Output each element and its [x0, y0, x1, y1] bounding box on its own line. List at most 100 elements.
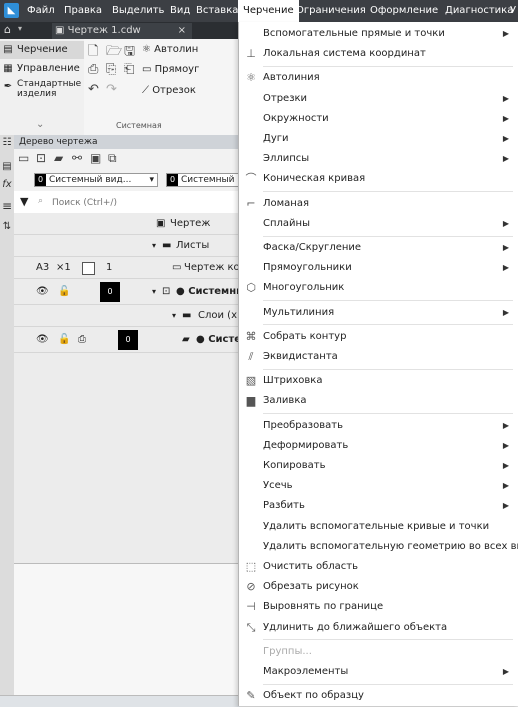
menu-separator	[263, 235, 513, 237]
menu-item[interactable]: Усечь ▶	[239, 476, 518, 496]
menu-drawing[interactable]: Черчение	[238, 0, 299, 22]
menu-design[interactable]: Оформление	[370, 0, 438, 22]
ribbon-tab-drawing[interactable]: ▤ Черчение	[0, 41, 84, 59]
menu-item[interactable]: ✎ Объект по образцу	[239, 686, 518, 706]
menu-item[interactable]: ⌐ Ломаная	[239, 194, 518, 214]
submenu-arrow-icon: ▶	[502, 461, 509, 470]
image-icon[interactable]: ▣	[90, 151, 101, 165]
close-icon[interactable]: ×	[178, 23, 186, 39]
menu-separator	[263, 300, 513, 302]
tree-row-layers[interactable]: ▾ ▬ Слои (x1)	[14, 305, 247, 327]
ribbon-tab-standard-parts[interactable]: ✒ Стандартные изделия	[0, 79, 84, 105]
menu-item-label: Объект по образцу	[263, 690, 364, 702]
menu-item[interactable]: Разбить ▶	[239, 496, 518, 516]
lock-icon[interactable]: 🔓	[58, 279, 70, 305]
ribbon-tab-manage[interactable]: ▦ Управление	[0, 60, 84, 78]
chevron-down-icon[interactable]: ▾	[18, 24, 22, 33]
menu-item[interactable]: ⬡ Многоугольник	[239, 278, 518, 298]
menu-insert[interactable]: Вставка	[196, 0, 238, 22]
line-style-icon[interactable]: ▰	[54, 151, 63, 165]
layer-select[interactable]: 0 Системный	[166, 173, 240, 187]
menu-more[interactable]: У	[510, 0, 516, 22]
autoline-tool[interactable]: ⚛ Автолин	[142, 44, 198, 55]
tree-row-sheets[interactable]: ▾ ▬ Листы	[14, 235, 240, 257]
tree-structure-icon[interactable]: ⚯	[72, 151, 82, 165]
rectangle-tool[interactable]: ▭ Прямоуг	[142, 64, 199, 75]
menu-item[interactable]: ▆ Заливка	[239, 391, 518, 411]
variables-icon[interactable]: fx	[1, 179, 13, 190]
home-icon[interactable]: ⌂	[4, 23, 11, 36]
menu-item[interactable]: ▧ Штриховка	[239, 371, 518, 391]
search-input[interactable]	[50, 194, 234, 211]
menu-item[interactable]: ⊥ Локальная система координат	[239, 44, 518, 64]
menu-item[interactable]: Удалить вспомогательную геометрию во все…	[239, 537, 518, 557]
sheet-checkbox[interactable]	[82, 262, 95, 275]
tree-row-drawing[interactable]: ▣ Чертеж	[14, 213, 240, 235]
menu-item-label: Группы...	[263, 645, 312, 657]
menu-item-label: Удалить вспомогательные кривые и точки	[263, 520, 490, 532]
tree-row-system-view[interactable]: 👁 🔓 0 ▾ ⊡ ● Системны	[14, 279, 245, 305]
menu-item[interactable]: ⌘ Собрать контур	[239, 327, 518, 347]
menu-diagnostics[interactable]: Диагностика	[445, 0, 513, 22]
filter-icon[interactable]: ▼	[20, 195, 28, 208]
export-icon[interactable]: ⧉	[108, 151, 117, 166]
eye-icon[interactable]: 👁	[36, 327, 49, 353]
save-as-icon[interactable]: ⎗	[124, 62, 134, 77]
preview-icon[interactable]: ⎘	[106, 62, 116, 77]
sort-icon[interactable]: ⇅	[1, 221, 13, 232]
new-doc-icon[interactable]: 🗋	[88, 42, 98, 64]
menu-item[interactable]: ⫽ Эквидистанта	[239, 347, 518, 367]
submenu-arrow-icon: ▶	[502, 440, 509, 450]
menu-view[interactable]: Вид	[170, 0, 190, 22]
menu-item[interactable]: Фаска/Скругление ▶	[239, 238, 518, 258]
undo-icon[interactable]: ↶	[88, 82, 99, 97]
expand-chevron-icon[interactable]: ⌄	[36, 119, 44, 130]
segment-tool[interactable]: ⟋ Отрезок	[142, 85, 196, 96]
redo-icon[interactable]: ↷	[106, 82, 117, 97]
menu-item[interactable]: ⌒ Коническая кривая	[239, 169, 518, 189]
menu-item[interactable]: Удалить вспомогательные кривые и точки	[239, 517, 518, 537]
tree-row-sheet[interactable]: A3 ×1 1 ▭ Чертеж кон	[14, 257, 246, 279]
menu-item[interactable]: Мультилиния ▶	[239, 303, 518, 323]
menu-file[interactable]: Файл	[27, 0, 55, 22]
menu-item[interactable]: ⊘ Обрезать рисунок	[239, 577, 518, 597]
menu-item[interactable]: Отрезки ▶	[239, 89, 518, 109]
ribbon-categories: ▤ Черчение ▦ Управление ✒ Стандартные издел…	[0, 39, 85, 135]
print-icon[interactable]: ⎙	[78, 327, 86, 353]
status-bar	[0, 695, 240, 707]
properties-icon[interactable]: ▤	[1, 161, 13, 172]
tab-document[interactable]: ▣ Чертеж 1.cdw ×	[52, 23, 192, 39]
save-icon[interactable]: 🖫	[124, 42, 135, 64]
menu-item[interactable]: Копировать ▶	[239, 456, 518, 476]
layers-icon[interactable]: ≡	[1, 199, 13, 213]
lock-icon[interactable]: 🔓	[58, 327, 70, 353]
menu-select[interactable]: Выделить	[112, 0, 164, 22]
view-select[interactable]: 0 Системный вид... ▾	[34, 173, 158, 187]
menu-item[interactable]: Сплайны ▶	[239, 214, 518, 234]
menu-item[interactable]: Окружности ▶	[239, 109, 518, 129]
menu-item[interactable]: Макроэлементы ▶	[239, 662, 518, 682]
coords-icon[interactable]: ⊡	[36, 151, 46, 165]
fill-icon: ▆	[246, 394, 256, 408]
menu-item[interactable]: ⬚ Очистить область	[239, 557, 518, 577]
menu-separator	[263, 683, 513, 685]
print-icon[interactable]: ⎙	[88, 62, 98, 77]
menu-item[interactable]: Группы...	[239, 642, 518, 662]
menu-edit[interactable]: Правка	[64, 0, 102, 22]
tree-panel-icon[interactable]: ☷	[1, 137, 13, 148]
tree-row-system-layer[interactable]: 👁 🔓 ⎙ 0 ▰ ● Систем	[14, 327, 249, 353]
menu-item[interactable]: Преобразовать ▶	[239, 416, 518, 436]
menu-item[interactable]: Дуги ▶	[239, 129, 518, 149]
menu-item[interactable]: ⤡ Удлинить до ближайшего объекта	[239, 618, 518, 638]
menu-item[interactable]: ⊣ Выровнять по границе	[239, 597, 518, 617]
app-logo-icon[interactable]: ◣	[4, 3, 19, 18]
menu-item[interactable]: Деформировать ▶	[239, 436, 518, 456]
open-folder-icon[interactable]: 🗁	[106, 42, 122, 64]
menu-item[interactable]: Вспомогательные прямые и точки ▶	[239, 24, 518, 44]
menu-constraints[interactable]: Ограничения	[296, 0, 366, 22]
view-icon[interactable]: ▭	[18, 151, 29, 165]
menu-item[interactable]: Эллипсы ▶	[239, 149, 518, 169]
menu-item[interactable]: Прямоугольники ▶	[239, 258, 518, 278]
eye-icon[interactable]: 👁	[36, 279, 49, 305]
menu-item[interactable]: ⚛ Автолиния	[239, 68, 518, 88]
